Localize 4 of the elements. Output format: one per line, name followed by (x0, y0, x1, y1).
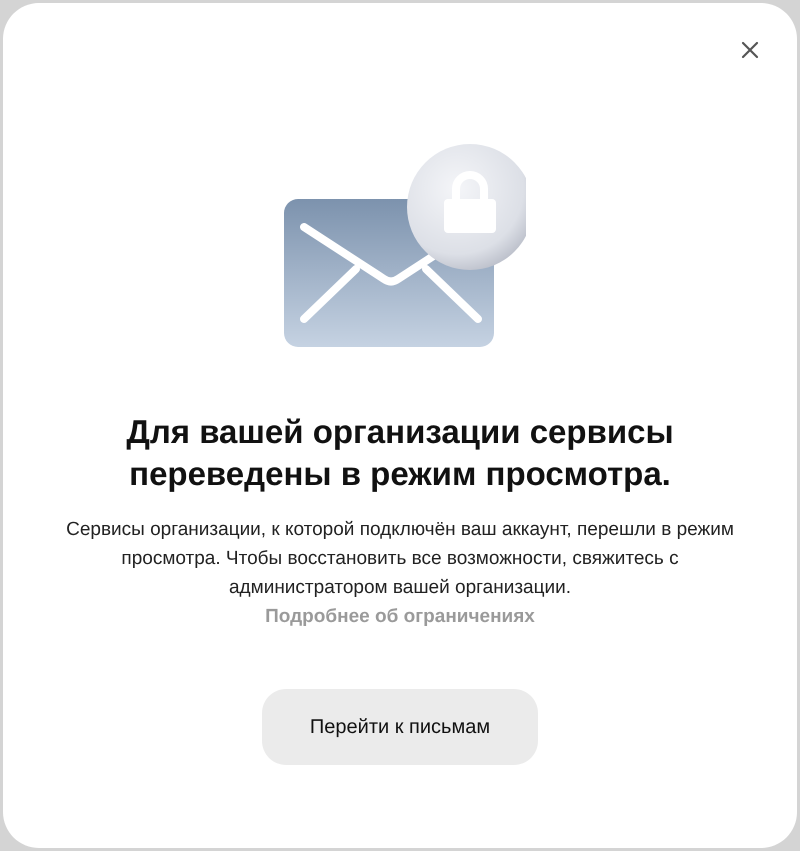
dialog-title: Для вашей организации сервисы переведены в режим просмотра. (125, 412, 675, 494)
go-to-mail-button[interactable]: Перейти к письмам (262, 689, 538, 765)
dialog-description: Сервисы организации, к которой подключён ваш аккаунт, перешли в режим просмотра. Чтобы восстановить все возможности, свяжитесь с администратором вашей организации. (65, 518, 735, 600)
close-icon[interactable] (741, 41, 759, 59)
